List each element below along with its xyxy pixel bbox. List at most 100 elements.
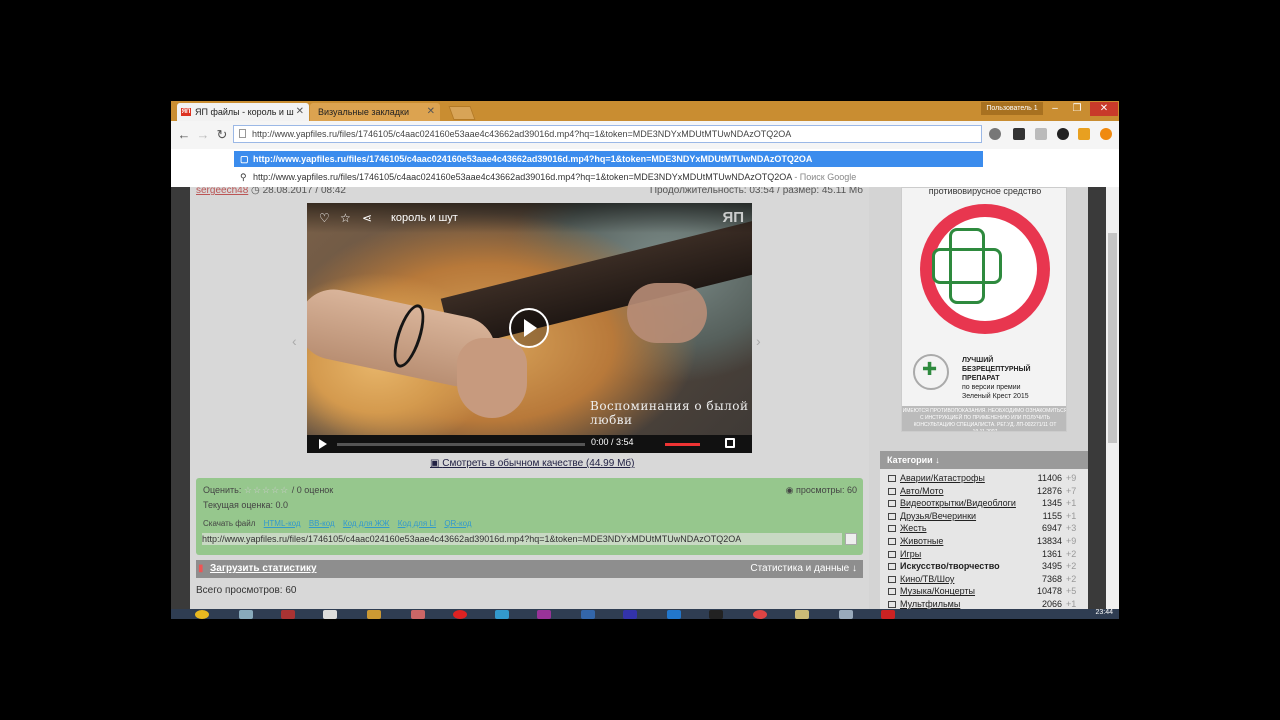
category-delta: +2 <box>1066 573 1077 584</box>
bookmark-icon[interactable] <box>1078 128 1090 140</box>
taskbar-app-icon[interactable] <box>881 610 895 619</box>
minimize-button[interactable]: – <box>1044 102 1066 116</box>
user-profile-badge[interactable]: Пользователь 1 <box>981 102 1043 115</box>
taskbar-app-icon[interactable] <box>239 610 253 619</box>
player-controls: 0:00 / 3:54 <box>307 435 752 453</box>
star-icon[interactable]: ☆ <box>340 211 351 225</box>
scrollbar[interactable] <box>1106 187 1119 618</box>
taskbar-app-icon[interactable] <box>411 610 425 619</box>
folder-icon <box>888 563 896 571</box>
normal-quality-link[interactable]: ▣ Смотреть в обычном качестве (44.99 Мб) <box>430 458 634 469</box>
qr-code-link[interactable]: QR-код <box>444 519 471 528</box>
taskbar-app-icon[interactable] <box>795 610 809 619</box>
taskbar-app-icon[interactable] <box>839 610 853 619</box>
clock-icon: ◷ <box>251 187 260 196</box>
upload-stats-link[interactable]: Загрузить статистику <box>210 563 317 574</box>
download-label: Скачать файл <box>203 519 256 528</box>
rating-count: / 0 оценок <box>291 485 334 495</box>
start-icon[interactable] <box>195 610 209 619</box>
taskbar-app-icon[interactable] <box>581 610 595 619</box>
taskbar-app-icon[interactable] <box>537 610 551 619</box>
category-delta: +5 <box>1066 586 1077 597</box>
taskbar-app-icon[interactable] <box>453 610 467 619</box>
extension-icon[interactable] <box>1035 128 1047 140</box>
taskbar-app-icon[interactable] <box>667 610 681 619</box>
category-item[interactable]: Музыка/Концерты 10478 +5 <box>888 586 1084 598</box>
address-text: http://www.yapfiles.ru/files/1746105/c4a… <box>252 129 792 139</box>
taskbar-chrome-icon[interactable] <box>753 610 767 619</box>
title-bar: ЯП ЯП файлы - король и ш ✕ Визуальные за… <box>171 101 1119 121</box>
rating-stars[interactable]: ☆☆☆☆☆ <box>244 485 289 495</box>
extension-icon[interactable] <box>1057 128 1069 140</box>
category-name: Мультфильмы <box>900 599 961 609</box>
alert-icon[interactable] <box>1100 128 1112 140</box>
category-item[interactable]: Жесть 6947 +3 <box>888 523 1084 535</box>
category-item[interactable]: Аварии/Катастрофы 11406 +9 <box>888 473 1084 485</box>
back-arrow-icon[interactable]: ← <box>176 127 192 142</box>
play-button-icon[interactable] <box>319 439 327 449</box>
volume-slider[interactable] <box>665 443 700 446</box>
category-count: 12876 <box>1036 485 1062 496</box>
category-count: 2066 <box>1041 599 1062 609</box>
copy-icon[interactable] <box>845 533 857 545</box>
forward-arrow-icon[interactable]: → <box>195 127 211 142</box>
category-name: Аварии/Катастрофы <box>900 473 985 483</box>
maximize-button[interactable]: ❐ <box>1066 102 1088 116</box>
stats-bar: ▮ Загрузить статистику Статистика и данн… <box>196 560 863 578</box>
page-gutter <box>171 187 190 618</box>
taskbar-app-icon[interactable] <box>323 610 337 619</box>
fullscreen-icon[interactable] <box>725 438 735 448</box>
tab-yapfiles[interactable]: ЯП ЯП файлы - король и ш ✕ <box>177 103 309 121</box>
taskbar-app-icon[interactable] <box>623 610 637 619</box>
yapfiles-favicon: ЯП <box>181 108 191 116</box>
tab-label: Визуальные закладки <box>318 107 409 117</box>
close-window-button[interactable]: ✕ <box>1090 102 1118 116</box>
ad-banner[interactable]: противовирусное средство ЛУЧШИЙ БЕЗРЕЦЕП… <box>901 187 1067 432</box>
uploader-link[interactable]: sergeech48 <box>196 187 248 196</box>
close-icon[interactable]: ✕ <box>427 103 435 121</box>
category-item[interactable]: Авто/Мото 12876 +7 <box>888 486 1084 498</box>
categories-header[interactable]: Категории ↓ <box>880 451 1088 469</box>
taskbar-app-icon[interactable] <box>709 610 723 619</box>
category-item[interactable]: Друзья/Вечеринки 1155 +1 <box>888 511 1084 523</box>
play-icon[interactable] <box>509 308 549 348</box>
lj-code-link[interactable]: Код для ЖЖ <box>343 519 390 528</box>
page-content: sergeech48 ◷ 28.08.2017 / 08:42 Продолжи… <box>171 187 1119 618</box>
category-item[interactable]: Искусство/творчество 3495 +2 <box>888 561 1084 573</box>
category-item[interactable]: Животные 13834 +9 <box>888 536 1084 548</box>
prev-arrow-icon[interactable]: ‹ <box>292 333 297 349</box>
player-top-bar: ♡ ☆ ⋖ король и шут ЯП <box>307 203 752 233</box>
taskbar-app-icon[interactable] <box>281 610 295 619</box>
seek-bar[interactable] <box>337 443 585 446</box>
stats-toggle[interactable]: Статистика и данные ↓ <box>750 563 857 574</box>
video-player[interactable]: ♡ ☆ ⋖ король и шут ЯП Воспоминания о был… <box>307 203 752 453</box>
close-icon[interactable]: ✕ <box>296 103 304 121</box>
new-tab-button[interactable] <box>448 106 476 120</box>
tab-visual-bookmarks[interactable]: Визуальные закладки ✕ <box>310 103 440 121</box>
extension-icon[interactable] <box>1013 128 1025 140</box>
extension-icon[interactable] <box>989 128 1001 140</box>
html-code-link[interactable]: HTML-код <box>264 519 301 528</box>
next-arrow-icon[interactable]: › <box>756 333 761 349</box>
address-bar[interactable]: http://www.yapfiles.ru/files/1746105/c4a… <box>233 125 982 143</box>
category-item[interactable]: Кино/ТВ/Шоу 7368 +2 <box>888 574 1084 586</box>
strumming-hand <box>457 338 527 418</box>
bb-code-link[interactable]: BB-код <box>309 519 335 528</box>
main-column: sergeech48 ◷ 28.08.2017 / 08:42 Продолжи… <box>190 187 869 618</box>
heart-icon[interactable]: ♡ <box>319 211 330 225</box>
reload-icon[interactable]: ↻ <box>214 127 230 143</box>
upload-date: 28.08.2017 / 08:42 <box>262 187 346 196</box>
suggestion-search[interactable]: ⚲ http://www.yapfiles.ru/files/1746105/c… <box>234 169 983 185</box>
category-item[interactable]: Игры 1361 +2 <box>888 549 1084 561</box>
folder-icon <box>888 487 896 495</box>
category-name: Животные <box>900 536 944 546</box>
category-item[interactable]: Видеооткрытки/Видеоблоги 1345 +1 <box>888 498 1084 510</box>
suggestion-url[interactable]: ▢ http://www.yapfiles.ru/files/1746105/c… <box>234 151 983 167</box>
scrollbar-thumb[interactable] <box>1108 233 1117 443</box>
taskbar-app-icon[interactable] <box>367 610 381 619</box>
li-code-link[interactable]: Код для LI <box>398 519 436 528</box>
share-url-field[interactable]: http://www.yapfiles.ru/files/1746105/c4a… <box>202 533 842 545</box>
share-icon[interactable]: ⋖ <box>362 211 372 225</box>
taskbar-app-icon[interactable] <box>495 610 509 619</box>
folder-icon <box>888 588 896 596</box>
